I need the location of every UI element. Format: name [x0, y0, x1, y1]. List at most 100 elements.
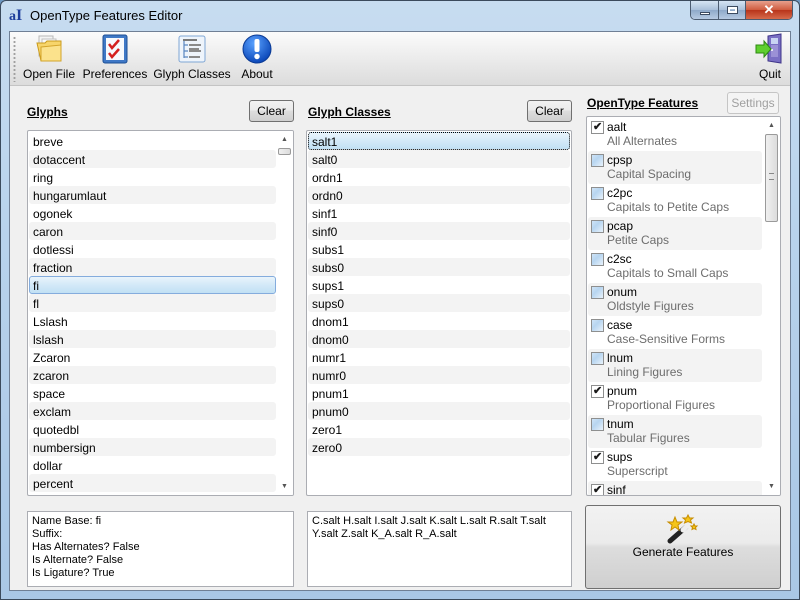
glyphs-scrollbar[interactable]: ▲ ▼	[276, 131, 293, 495]
glyph-list-item[interactable]: ogonek	[29, 204, 276, 222]
feature-item-sups[interactable]: supsSuperscript	[588, 448, 762, 481]
feature-checkbox[interactable]	[591, 286, 604, 299]
feature-item-sinf[interactable]: sinf	[588, 481, 762, 495]
feature-item-case[interactable]: case Case-Sensitive Forms	[588, 316, 762, 349]
feature-item-tnum[interactable]: tnum Tabular Figures	[588, 415, 762, 448]
class-members-textbox[interactable]: C.salt H.salt I.salt J.salt K.salt L.sal…	[307, 511, 572, 587]
glyph-list-item[interactable]: fi	[29, 276, 276, 294]
scroll-thumb[interactable]	[765, 134, 778, 222]
glyph-class-list-item[interactable]: salt1	[308, 132, 570, 150]
minimize-button[interactable]	[691, 1, 719, 19]
checklist-icon	[99, 33, 131, 65]
glyph-classes-button[interactable]: Glyph Classes	[153, 33, 231, 85]
feature-tag: aalt	[607, 120, 627, 134]
feature-checkbox[interactable]	[591, 154, 604, 167]
scroll-down-arrow-icon[interactable]: ▼	[763, 478, 780, 495]
feature-description: Oldstyle Figures	[607, 299, 694, 313]
scroll-up-arrow-icon[interactable]: ▲	[763, 117, 780, 134]
glyph-info-textbox[interactable]: Name Base: fi Suffix: Has Alternates? Fa…	[27, 511, 294, 587]
glyph-class-list-item[interactable]: numr0	[308, 366, 570, 384]
glyph-class-list-item[interactable]: sups1	[308, 276, 570, 294]
glyph-list-item[interactable]: hungarumlaut	[29, 186, 276, 204]
glyph-class-list-item[interactable]: ordn1	[308, 168, 570, 186]
about-button[interactable]: About	[237, 33, 277, 85]
close-button[interactable]: ✕	[746, 1, 792, 19]
glyph-list-item[interactable]: Zcaron	[29, 348, 276, 366]
title-bar[interactable]: aI OpenType Features Editor ✕	[1, 1, 799, 31]
glyph-classes-label: Glyph Classes	[308, 105, 391, 119]
feature-tag: tnum	[607, 417, 634, 431]
scroll-thumb[interactable]	[278, 148, 291, 155]
feature-item-aalt[interactable]: aaltAll Alternates	[588, 118, 762, 151]
open-file-button[interactable]: Open File	[21, 33, 77, 85]
glyph-class-list-item[interactable]: pnum0	[308, 402, 570, 420]
glyph-class-list-item[interactable]: pnum1	[308, 384, 570, 402]
feature-checkbox[interactable]	[591, 450, 604, 464]
feature-item-cpsp[interactable]: cpsp Capital Spacing	[588, 151, 762, 184]
scroll-up-arrow-icon[interactable]: ▲	[276, 131, 293, 148]
feature-checkbox[interactable]	[591, 483, 604, 495]
glyph-classes-listbox[interactable]: salt1 salt0 ordn1 ordn0 sinf1 sinf0 subs1 subs0…	[306, 130, 572, 496]
glyph-class-list-item[interactable]: sups0	[308, 294, 570, 312]
feature-checkbox[interactable]	[591, 384, 604, 398]
quit-button[interactable]: Quit	[754, 33, 786, 85]
glyph-class-list-item[interactable]: sinf0	[308, 222, 570, 240]
feature-checkbox[interactable]	[591, 220, 604, 233]
glyph-list-item[interactable]: percent	[29, 474, 276, 492]
features-checklist[interactable]: aaltAll AlternatescpspCapital Spacingc2p…	[586, 116, 781, 496]
glyph-class-list-item[interactable]: dnom1	[308, 312, 570, 330]
glyph-list-item[interactable]: dotaccent	[29, 150, 276, 168]
feature-item-pcap[interactable]: pcap Petite Caps	[588, 217, 762, 250]
feature-tag: onum	[607, 285, 638, 299]
feature-description: Lining Figures	[607, 365, 683, 379]
feature-tag: pnum	[607, 384, 638, 398]
glyph-class-list-item[interactable]: salt0	[308, 150, 570, 168]
preferences-button[interactable]: Preferences	[82, 33, 148, 85]
glyph-class-list-item[interactable]: numr1	[308, 348, 570, 366]
glyph-list-item[interactable]: dollar	[29, 456, 276, 474]
glyphs-clear-button[interactable]: Clear	[249, 100, 294, 122]
glyph-class-list-item[interactable]: ordn0	[308, 186, 570, 204]
feature-checkbox[interactable]	[591, 319, 604, 332]
toolbar-grip[interactable]	[13, 36, 16, 82]
feature-item-onum[interactable]: onum Oldstyle Figures	[588, 283, 762, 316]
generate-features-button[interactable]: Generate Features	[585, 505, 781, 589]
magic-wand-icon	[666, 514, 699, 544]
glyph-list-item[interactable]: lslash	[29, 330, 276, 348]
glyph-class-list-item[interactable]: zero1	[308, 420, 570, 438]
feature-description: Petite Caps	[607, 233, 670, 247]
features-scrollbar[interactable]: ▲ ▼	[763, 117, 780, 495]
glyph-list-item[interactable]: quotedbl	[29, 420, 276, 438]
glyph-class-list-item[interactable]: subs1	[308, 240, 570, 258]
settings-button[interactable]: Settings	[727, 92, 779, 114]
feature-checkbox[interactable]	[591, 187, 604, 200]
feature-item-pnum[interactable]: pnumProportional Figures	[588, 382, 762, 415]
feature-checkbox[interactable]	[591, 418, 604, 431]
feature-item-c2sc[interactable]: c2sc Capitals to Small Caps	[588, 250, 762, 283]
glyph-list-item[interactable]: dotlessi	[29, 240, 276, 258]
scroll-down-arrow-icon[interactable]: ▼	[276, 478, 293, 495]
feature-checkbox[interactable]	[591, 120, 604, 134]
glyph-class-list-item[interactable]: subs0	[308, 258, 570, 276]
feature-description: Proportional Figures	[607, 398, 716, 412]
glyph-list-item[interactable]: fl	[29, 294, 276, 312]
glyph-list-item[interactable]: space	[29, 384, 276, 402]
glyph-class-list-item[interactable]: zero0	[308, 438, 570, 456]
feature-item-lnum[interactable]: lnum Lining Figures	[588, 349, 762, 382]
feature-checkbox[interactable]	[591, 352, 604, 365]
glyphs-listbox[interactable]: breve dotaccent ring hungarumlaut ogonek caro…	[27, 130, 294, 496]
glyph-list-item[interactable]: Lslash	[29, 312, 276, 330]
glyph-classes-clear-button[interactable]: Clear	[527, 100, 572, 122]
feature-item-c2pc[interactable]: c2pc Capitals to Petite Caps	[588, 184, 762, 217]
glyph-list-item[interactable]: caron	[29, 222, 276, 240]
glyph-list-item[interactable]: exclam	[29, 402, 276, 420]
glyph-class-list-item[interactable]: dnom0	[308, 330, 570, 348]
glyph-class-list-item[interactable]: sinf1	[308, 204, 570, 222]
glyph-list-item[interactable]: zcaron	[29, 366, 276, 384]
feature-checkbox[interactable]	[591, 253, 604, 266]
maximize-button[interactable]	[719, 1, 746, 19]
glyph-list-item[interactable]: fraction	[29, 258, 276, 276]
glyph-list-item[interactable]: breve	[29, 132, 276, 150]
glyph-list-item[interactable]: ring	[29, 168, 276, 186]
glyph-list-item[interactable]: numbersign	[29, 438, 276, 456]
